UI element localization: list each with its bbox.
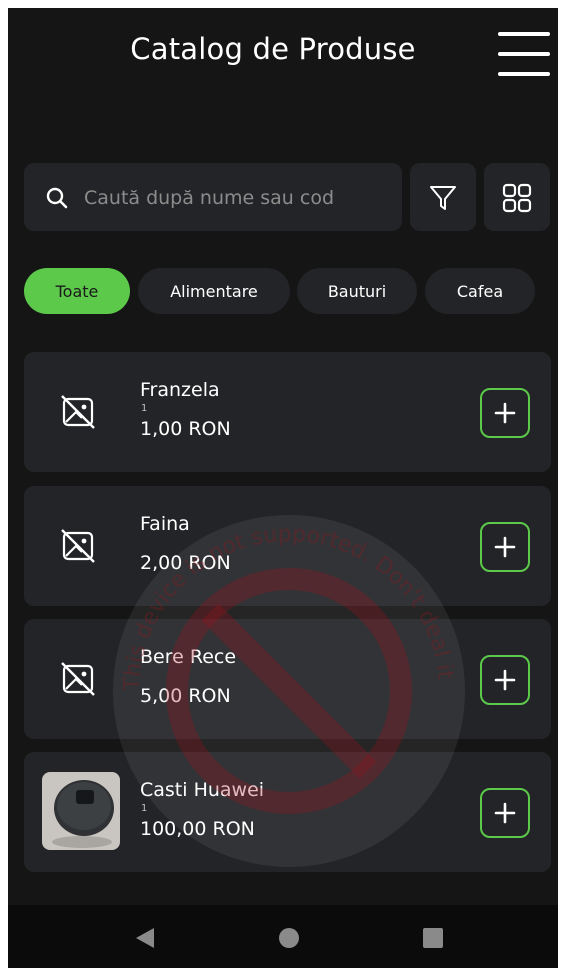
category-chips: Toate Alimentare Bauturi Cafea xyxy=(24,268,558,314)
product-name: Bere Rece xyxy=(140,646,237,668)
back-triangle-icon[interactable] xyxy=(130,923,160,953)
system-nav-bar xyxy=(8,905,558,968)
add-to-cart-button[interactable] xyxy=(480,788,530,838)
no-image-icon xyxy=(61,395,95,429)
product-code: 1 xyxy=(141,803,148,814)
plus-icon xyxy=(494,669,516,691)
product-card[interactable]: Faina 2,00 RON xyxy=(24,486,551,606)
plus-icon xyxy=(494,536,516,558)
product-price: 2,00 RON xyxy=(140,552,231,574)
recents-square-icon[interactable] xyxy=(418,923,448,953)
plus-icon xyxy=(494,802,516,824)
product-price: 1,00 RON xyxy=(140,418,231,440)
product-card[interactable]: Casti Huawei 1 100,00 RON xyxy=(24,752,551,872)
chip-bauturi[interactable]: Bauturi xyxy=(297,268,417,314)
filter-button[interactable] xyxy=(410,163,476,231)
home-circle-icon[interactable] xyxy=(274,923,304,953)
search-input[interactable] xyxy=(82,177,398,219)
earbuds-photo xyxy=(42,772,120,850)
no-image-icon xyxy=(61,529,95,563)
search-icon xyxy=(46,187,68,209)
grid-view-button[interactable] xyxy=(484,163,550,231)
plus-icon xyxy=(494,402,516,424)
product-name: Casti Huawei xyxy=(140,779,265,801)
page-title: Catalog de Produse xyxy=(130,32,416,66)
phone-screen: Catalog de Produse Caută după nume sau c… xyxy=(8,8,558,968)
hamburger-menu-icon[interactable] xyxy=(496,30,552,78)
chip-alimentare[interactable]: Alimentare xyxy=(138,268,290,314)
add-to-cart-button[interactable] xyxy=(480,388,530,438)
chip-toate[interactable]: Toate xyxy=(24,268,130,314)
product-card[interactable]: Franzela 1 1,00 RON xyxy=(24,352,551,472)
search-field[interactable] xyxy=(24,163,402,231)
chip-cafea[interactable]: Cafea xyxy=(425,268,535,314)
product-name: Franzela xyxy=(140,379,220,401)
filter-icon xyxy=(430,186,456,210)
product-code: 1 xyxy=(141,403,148,414)
product-card[interactable]: Bere Rece 5,00 RON xyxy=(24,619,551,739)
add-to-cart-button[interactable] xyxy=(480,655,530,705)
search-toolbar xyxy=(24,163,554,231)
product-price: 5,00 RON xyxy=(140,685,231,707)
grid-view-icon xyxy=(502,183,532,213)
no-image-icon xyxy=(61,662,95,696)
add-to-cart-button[interactable] xyxy=(480,522,530,572)
app-header: Catalog de Produse xyxy=(8,8,558,98)
product-name: Faina xyxy=(140,513,190,535)
product-price: 100,00 RON xyxy=(140,818,255,840)
